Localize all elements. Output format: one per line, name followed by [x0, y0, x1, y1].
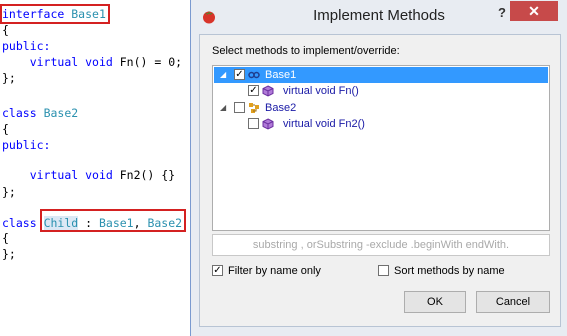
code-token: virtual [29, 168, 79, 182]
code-token: void [85, 168, 113, 182]
ok-button[interactable]: OK [404, 291, 466, 313]
tree-node-label: virtual void Fn() [283, 85, 359, 97]
tree-node-method[interactable]: virtual void Fn2() [214, 116, 548, 132]
code-token: void [85, 55, 113, 69]
expand-arrow-icon[interactable]: ◢ [220, 100, 226, 116]
instruction-label: Select methods to implement/override: [212, 45, 400, 57]
code-line[interactable]: { [2, 23, 9, 37]
tree-node-class[interactable]: ◢ Base2 [214, 100, 548, 116]
code-token: public: [2, 39, 51, 53]
code-line[interactable]: }; [2, 247, 16, 261]
tree-node-label: Base2 [265, 102, 297, 114]
tree-node-label: Base1 [265, 69, 297, 81]
code-token: { [2, 23, 9, 37]
tree-checkbox[interactable]: ✓ [234, 69, 245, 80]
cancel-button[interactable]: Cancel [476, 291, 550, 313]
code-token: class [2, 216, 37, 230]
code-line[interactable]: }; [2, 71, 16, 85]
tree-node-method[interactable]: ✓ virtual void Fn() [214, 83, 548, 99]
interface-base1-highlight [0, 4, 110, 24]
close-button[interactable]: ✕ [510, 1, 558, 21]
code-token: }; [2, 185, 16, 199]
code-line[interactable]: class Base2 [2, 106, 78, 120]
method-icon [262, 85, 274, 97]
implement-methods-dialog: Implement Methods ? ✕ Select methods to … [190, 0, 567, 336]
expand-arrow-icon[interactable]: ◢ [220, 67, 226, 83]
code-line[interactable]: public: [2, 39, 50, 53]
tree-checkbox[interactable]: ✓ [248, 85, 259, 96]
code-token: virtual [29, 55, 79, 69]
code-token: Fn2() {} [112, 168, 176, 182]
code-token: }; [2, 71, 16, 85]
filter-by-name-label: Filter by name only [228, 265, 321, 277]
code-token: }; [2, 247, 16, 261]
filter-by-name-checkbox[interactable]: ✓ [212, 265, 223, 276]
code-token: public: [2, 138, 51, 152]
tree-checkbox[interactable] [234, 102, 245, 113]
code-token: { [2, 122, 9, 136]
method-icon [262, 118, 274, 130]
tree-node-label: virtual void Fn2() [283, 118, 365, 130]
code-token: Fn() = 0; [112, 55, 183, 69]
dialog-titlebar[interactable]: Implement Methods ? ✕ [191, 0, 567, 34]
tree-node-class[interactable]: ◢ ✓ Base1 [214, 67, 548, 83]
sort-by-name-label: Sort methods by name [394, 265, 505, 277]
interface-icon [248, 69, 260, 81]
code-line[interactable]: virtual void Fn() = 0; [2, 55, 182, 69]
code-token: { [2, 231, 9, 245]
class-icon [248, 102, 260, 114]
dialog-content: Select methods to implement/override: ◢ ✓… [199, 34, 561, 327]
help-button[interactable]: ? [493, 4, 511, 22]
code-editor[interactable]: interface Base1{public: virtual void Fn(… [0, 0, 190, 336]
code-line[interactable]: { [2, 231, 9, 245]
filter-input[interactable] [212, 234, 550, 256]
class-child-highlight [40, 209, 186, 232]
sort-by-name-checkbox[interactable] [378, 265, 389, 276]
code-line[interactable]: }; [2, 185, 16, 199]
code-token: Base2 [43, 106, 79, 120]
code-token: class [2, 106, 37, 120]
tree-checkbox[interactable] [248, 118, 259, 129]
code-line[interactable]: { [2, 122, 9, 136]
code-line[interactable]: public: [2, 138, 50, 152]
code-line[interactable]: virtual void Fn2() {} [2, 168, 175, 182]
methods-tree[interactable]: ◢ ✓ Base1 ✓ virtual void Fn() ◢ Base2 virtual v… [212, 65, 550, 231]
